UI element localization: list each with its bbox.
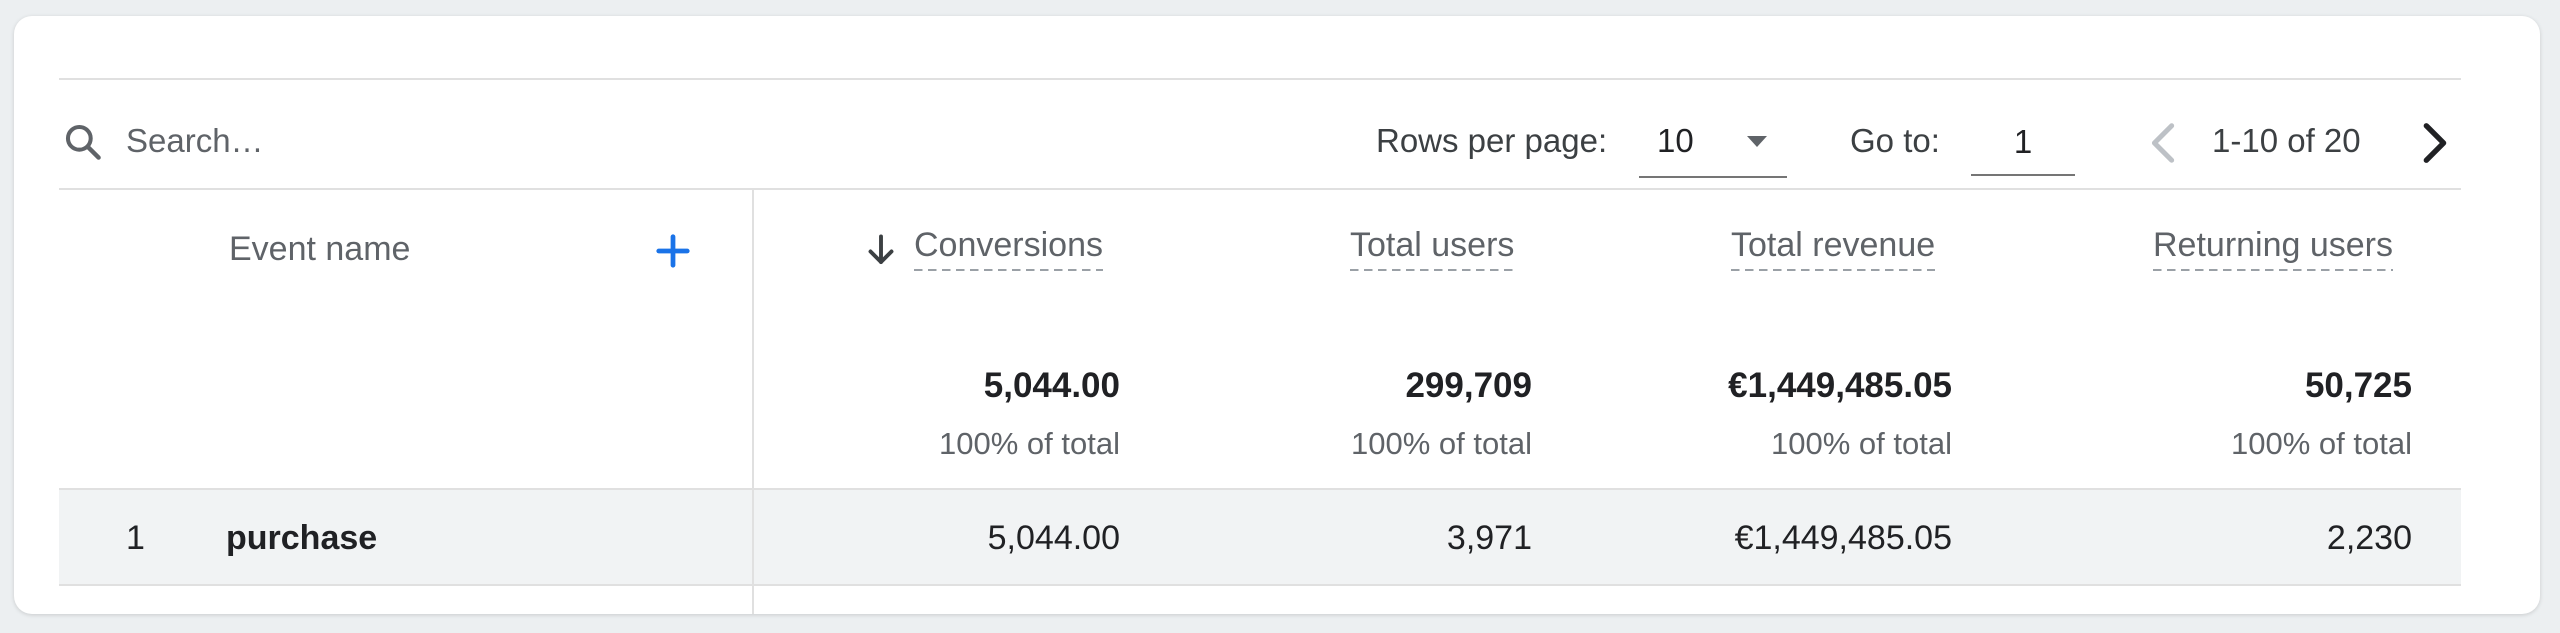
column-header-returning-users[interactable]: Returning users [2153,226,2394,271]
total-revenue: €1,449,485.05 [1728,366,1952,405]
pct-returning-users: 100% of total [2231,426,2412,461]
column-header-conversions[interactable]: Conversions [914,226,1103,271]
row-conversions: 5,044.00 [987,519,1120,557]
event-name-header[interactable]: Event name [229,230,410,269]
go-to-input[interactable] [1971,110,2075,176]
plus-icon[interactable] [654,232,692,270]
arrow-down-icon[interactable] [866,232,896,268]
header-divider [59,188,2461,190]
pct-total-users: 100% of total [1351,426,1532,461]
total-conversions: 5,044.00 [983,366,1120,405]
row-event-name[interactable]: purchase [226,519,377,558]
total-users: 299,709 [1405,366,1532,405]
table-card: Rows per page: 10 Go to: 1-10 of 20 Even… [14,16,2540,614]
page-range: 1-10 of 20 [2212,122,2361,159]
caret-down-icon [1747,136,1767,147]
row-returning-users: 2,230 [2326,519,2412,557]
chevron-right-icon[interactable] [2414,120,2454,166]
chevron-left-icon[interactable] [2144,120,2184,166]
rows-per-page-label: Rows per page: [1376,122,1608,159]
row-bottom-divider [59,584,2461,586]
rows-per-page-value: 10 [1657,122,1694,159]
row-column-divider [752,490,754,614]
total-returning-users: 50,725 [2304,366,2412,405]
pct-conversions: 100% of total [939,426,1120,461]
top-divider [59,78,2461,80]
go-to-label: Go to: [1850,122,1940,159]
row-index: 1 [126,519,145,557]
row-total-users: 3,971 [1446,519,1532,557]
row-total-revenue: €1,449,485.05 [1734,519,1952,557]
rows-per-page-select[interactable]: 10 [1639,108,1787,178]
column-header-total-revenue[interactable]: Total revenue [1731,226,1936,271]
pct-total-revenue: 100% of total [1771,426,1952,461]
search-input[interactable] [126,114,826,168]
column-header-total-users[interactable]: Total users [1350,226,1515,271]
table-row[interactable] [59,490,2461,584]
search-icon[interactable] [61,120,105,164]
